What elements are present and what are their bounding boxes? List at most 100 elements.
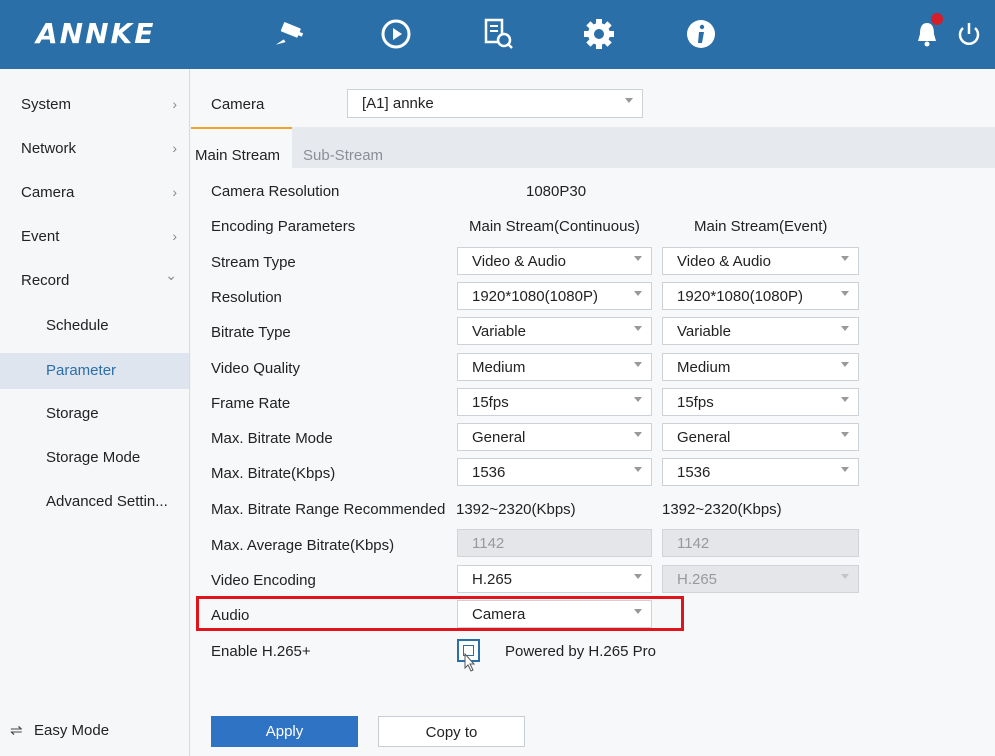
- column-header-event: Main Stream(Event): [694, 218, 828, 235]
- resolution-continuous-select[interactable]: 1920*1080(1080P): [457, 282, 652, 310]
- enable-h265plus-label: Enable H.265+: [211, 643, 311, 660]
- chevron-down-icon: [841, 397, 849, 402]
- search-icon[interactable]: [480, 16, 516, 52]
- sidebar-item-label: Event: [21, 228, 60, 245]
- sidebar-subitem-advanced-settings[interactable]: Advanced Settin...: [0, 484, 189, 520]
- select-value: 1536: [677, 464, 711, 481]
- select-value: Video & Audio: [472, 253, 566, 270]
- camera-select-value: [A1] annke: [362, 95, 434, 112]
- select-value: Video & Audio: [677, 253, 771, 270]
- stream-type-label: Stream Type: [211, 254, 296, 271]
- avg-bitrate-event-input: 1142: [662, 529, 859, 557]
- sidebar: System › Network › Camera › Event › Reco…: [0, 69, 190, 756]
- power-icon[interactable]: [951, 16, 987, 52]
- bitrate-range-event: 1392~2320(Kbps): [662, 501, 782, 518]
- sidebar-subitem-parameter[interactable]: Parameter: [0, 353, 189, 389]
- select-value: Medium: [677, 359, 731, 376]
- bitrate-type-continuous-select[interactable]: Variable: [457, 317, 652, 345]
- select-value: 1536: [472, 464, 506, 481]
- input-value: 1142: [677, 535, 710, 552]
- chevron-down-icon: [634, 362, 642, 367]
- max-bitrate-mode-continuous-select[interactable]: General: [457, 423, 652, 451]
- camera-resolution-value: 1080P30: [526, 183, 587, 200]
- tab-main-stream[interactable]: Main Stream: [191, 127, 292, 168]
- sidebar-subitem-label: Schedule: [46, 317, 109, 334]
- camera-resolution-label: Camera Resolution: [211, 183, 340, 200]
- sidebar-item-system[interactable]: System ›: [0, 87, 189, 123]
- sidebar-item-event[interactable]: Event ›: [0, 219, 189, 255]
- sidebar-subitem-schedule[interactable]: Schedule: [0, 308, 189, 344]
- avg-bitrate-label: Max. Average Bitrate(Kbps): [211, 537, 395, 554]
- max-bitrate-event-select[interactable]: 1536: [662, 458, 859, 486]
- chevron-right-icon: ›: [172, 140, 177, 156]
- audio-highlight-box: [196, 596, 684, 631]
- camera-label: Camera: [211, 96, 265, 113]
- chevron-down-icon: [634, 291, 642, 296]
- stream-type-continuous-select[interactable]: Video & Audio: [457, 247, 652, 275]
- chevron-down-icon: [634, 256, 642, 261]
- bitrate-range-continuous: 1392~2320(Kbps): [456, 501, 576, 518]
- select-value: H.265: [677, 571, 718, 588]
- encoding-parameters-label: Encoding Parameters: [211, 218, 356, 235]
- sidebar-item-record[interactable]: Record ⌄: [0, 263, 189, 299]
- easy-mode-label: Easy Mode: [34, 722, 110, 739]
- tab-label: Main Stream: [195, 147, 281, 164]
- bitrate-type-label: Bitrate Type: [211, 324, 291, 341]
- sidebar-item-label: Network: [21, 140, 77, 157]
- chevron-down-icon: [841, 467, 849, 472]
- input-value: 1142: [472, 535, 505, 552]
- select-value: General: [472, 429, 526, 446]
- video-encoding-continuous-select[interactable]: H.265: [457, 565, 652, 593]
- max-bitrate-mode-event-select[interactable]: General: [662, 423, 859, 451]
- camera-icon[interactable]: [273, 16, 309, 52]
- chevron-down-icon: [841, 362, 849, 367]
- select-value: 1920*1080(1080P): [472, 288, 598, 305]
- cursor-icon: [464, 653, 476, 672]
- resolution-label: Resolution: [211, 289, 282, 306]
- apply-button[interactable]: Apply: [211, 716, 358, 747]
- sidebar-subitem-storage[interactable]: Storage: [0, 396, 189, 432]
- sidebar-subitem-label: Advanced Settin...: [46, 493, 168, 510]
- notification-dot: [931, 13, 943, 25]
- sidebar-item-label: Record: [21, 272, 70, 289]
- chevron-down-icon: [634, 397, 642, 402]
- chevron-down-icon: [841, 326, 849, 331]
- video-quality-event-select[interactable]: Medium: [662, 353, 859, 381]
- playback-icon[interactable]: [378, 16, 414, 52]
- chevron-right-icon: ›: [172, 228, 177, 244]
- max-bitrate-label: Max. Bitrate(Kbps): [211, 465, 336, 482]
- chevron-right-icon: ›: [172, 184, 177, 200]
- sidebar-item-label: System: [21, 96, 72, 113]
- video-encoding-event-select: H.265: [662, 565, 859, 593]
- tab-sub-stream[interactable]: Sub-Stream: [303, 127, 393, 168]
- chevron-down-icon: [634, 432, 642, 437]
- tab-label: Sub-Stream: [303, 147, 384, 164]
- column-header-continuous: Main Stream(Continuous): [469, 218, 640, 235]
- video-quality-label: Video Quality: [211, 360, 300, 377]
- info-icon[interactable]: [683, 16, 719, 52]
- sidebar-item-network[interactable]: Network ›: [0, 131, 189, 167]
- select-value: 15fps: [472, 394, 509, 411]
- sidebar-subitem-storage-mode[interactable]: Storage Mode: [0, 440, 189, 476]
- video-encoding-label: Video Encoding: [211, 572, 316, 589]
- chevron-down-icon: [634, 467, 642, 472]
- select-value: 1920*1080(1080P): [677, 288, 803, 305]
- video-quality-continuous-select[interactable]: Medium: [457, 353, 652, 381]
- stream-type-event-select[interactable]: Video & Audio: [662, 247, 859, 275]
- max-bitrate-continuous-select[interactable]: 1536: [457, 458, 652, 486]
- select-value: General: [677, 429, 731, 446]
- resolution-event-select[interactable]: 1920*1080(1080P): [662, 282, 859, 310]
- select-value: 15fps: [677, 394, 714, 411]
- select-value: H.265: [472, 571, 513, 588]
- sidebar-item-camera[interactable]: Camera ›: [0, 175, 189, 211]
- frame-rate-event-select[interactable]: 15fps: [662, 388, 859, 416]
- camera-select[interactable]: [A1] annke: [347, 89, 643, 118]
- copy-to-button[interactable]: Copy to: [378, 716, 525, 747]
- swap-icon: ⇌: [10, 722, 23, 739]
- chevron-right-icon: ›: [172, 96, 177, 112]
- easy-mode-button[interactable]: ⇌ Easy Mode: [10, 721, 109, 739]
- chevron-down-icon: [841, 432, 849, 437]
- frame-rate-continuous-select[interactable]: 15fps: [457, 388, 652, 416]
- bitrate-type-event-select[interactable]: Variable: [662, 317, 859, 345]
- settings-icon[interactable]: [581, 16, 617, 52]
